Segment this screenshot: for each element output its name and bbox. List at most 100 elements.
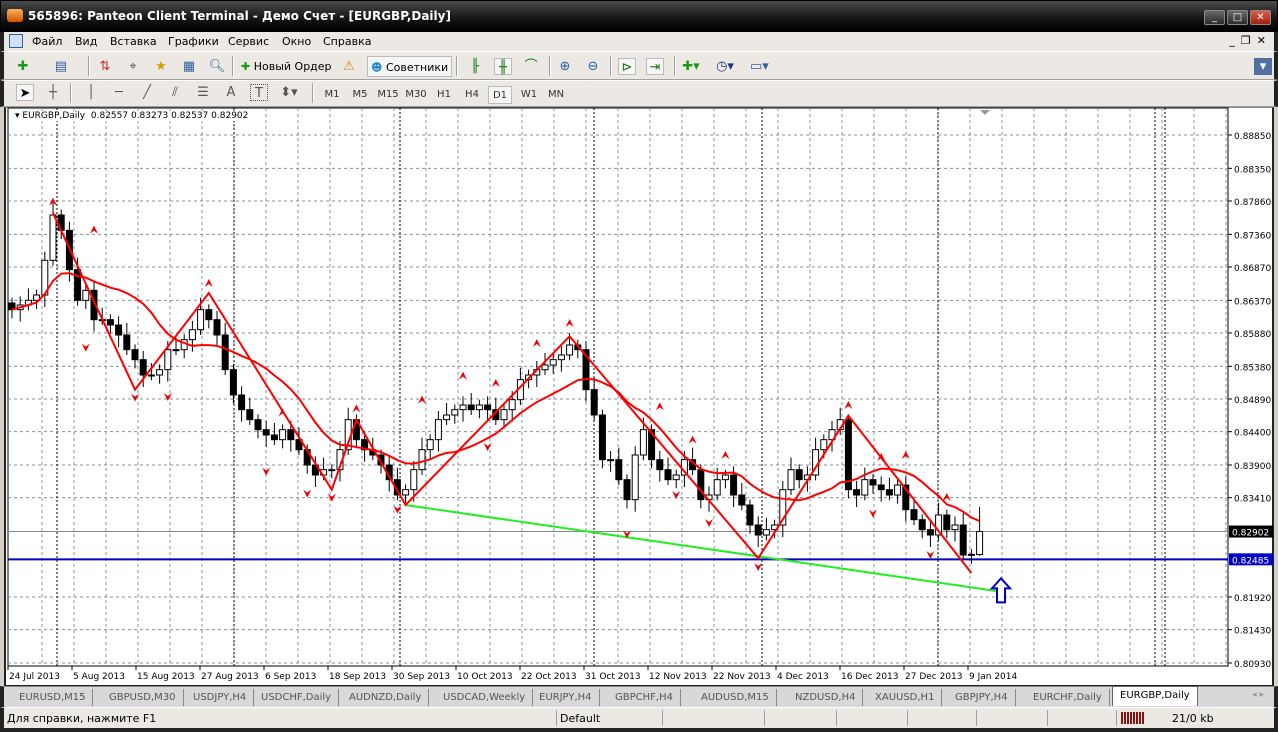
candle-body xyxy=(910,509,918,521)
x-tick-label: 12 Nov 2013 xyxy=(649,672,707,682)
y-tick-label: 0.85880 xyxy=(1234,330,1271,340)
candle-body xyxy=(49,214,57,261)
candle-body xyxy=(951,524,959,531)
chart-window[interactable]: ▾ EURGBP,Daily 0.82557 0.83273 0.82537 0… xyxy=(4,107,1274,687)
chart-close: 0.82902 xyxy=(211,111,249,121)
y-tick-label: 0.83410 xyxy=(1234,495,1271,505)
chart-tab[interactable]: NZDUSD,H4 xyxy=(788,689,864,706)
x-tick-label: 31 Oct 2013 xyxy=(585,672,641,682)
candle-body xyxy=(787,469,795,491)
candle-body xyxy=(976,531,984,556)
x-tick-label: 30 Sep 2013 xyxy=(393,672,450,682)
candle-body xyxy=(410,469,418,491)
candle-body xyxy=(139,359,147,376)
candle-body xyxy=(697,469,705,501)
y-tick-label: 0.86870 xyxy=(1234,264,1271,274)
x-tick-label: 22 Oct 2013 xyxy=(521,672,577,682)
chart-tab[interactable]: EURJPY,H4 xyxy=(532,689,600,706)
candle-body xyxy=(853,489,861,496)
candle-body xyxy=(238,394,246,411)
y-tick-label: 0.84890 xyxy=(1234,396,1271,406)
chart-tabs: EURUSD,M15 GBPUSD,M30 USDJPY,H4 USDCHF,Dail… xyxy=(0,686,1278,707)
x-tick-label: 27 Aug 2013 xyxy=(201,672,259,682)
candle-body xyxy=(639,429,647,456)
candle-body xyxy=(229,369,237,396)
candle-body xyxy=(82,289,90,301)
chart-tab[interactable]: XAUUSD,H1 xyxy=(868,689,943,706)
candle-body xyxy=(623,479,631,501)
x-tick-label: 9 Jan 2014 xyxy=(969,672,1017,682)
candle-body xyxy=(549,359,557,366)
candle-body xyxy=(508,399,516,411)
chart-tab[interactable]: USDCHF,Daily xyxy=(254,689,340,706)
candle-body xyxy=(566,344,574,356)
candle-body xyxy=(328,469,336,472)
candle-body xyxy=(156,369,164,376)
y-tick-label: 0.85380 xyxy=(1234,363,1271,373)
candle-body xyxy=(590,389,598,416)
candle-body xyxy=(74,269,82,301)
chart-low: 0.82537 xyxy=(171,111,209,121)
candle-body xyxy=(418,449,426,471)
candle-body xyxy=(926,529,934,536)
candle-body xyxy=(541,364,549,371)
candle-body xyxy=(844,419,852,491)
candle-body xyxy=(607,459,615,462)
y-tick-label: 0.86370 xyxy=(1234,297,1271,307)
candle-body xyxy=(213,319,221,336)
x-tick-label: 5 Aug 2013 xyxy=(73,672,125,682)
candle-body xyxy=(762,529,770,536)
candle-body xyxy=(885,489,893,496)
candle-body xyxy=(861,479,869,496)
hline-price-label: 0.82485 xyxy=(1232,556,1269,566)
chart-open: 0.82557 xyxy=(90,111,129,121)
candle-body xyxy=(459,404,467,411)
candle-body xyxy=(147,374,155,377)
candle-body xyxy=(918,519,926,531)
x-tick-label: 27 Dec 2013 xyxy=(905,672,963,682)
x-tick-label: 10 Oct 2013 xyxy=(457,672,513,682)
x-tick-label: 24 Jul 2013 xyxy=(9,672,60,682)
y-tick-label: 0.88350 xyxy=(1234,165,1271,175)
y-tick-label: 0.88850 xyxy=(1234,132,1271,142)
candle-body xyxy=(279,429,287,441)
candle-body xyxy=(221,334,229,371)
x-tick-label: 6 Sep 2013 xyxy=(265,672,316,682)
chart-symbol: EURGBP,Daily xyxy=(22,111,86,121)
chart-tab[interactable]: GBPUSD,M30 xyxy=(102,689,184,706)
chart-tab[interactable]: EURUSD,M15 xyxy=(12,689,94,706)
bid-price-label: 0.82902 xyxy=(1232,529,1269,539)
candle-body xyxy=(287,429,295,441)
chart-tab[interactable]: EURGBP,Daily xyxy=(1112,686,1198,706)
chart-tab[interactable]: GBPCHF,H4 xyxy=(608,689,681,706)
chart-tab[interactable]: GBPJPY,H4 xyxy=(948,689,1016,706)
candle-body xyxy=(557,354,565,361)
candle-body xyxy=(615,459,623,481)
x-tick-label: 16 Dec 2013 xyxy=(841,672,899,682)
chart-tab[interactable]: USDCAD,Weekly xyxy=(436,689,534,706)
candle-body xyxy=(730,474,738,496)
chart-tab[interactable]: AUDUSD,M15 xyxy=(694,689,777,706)
x-tick-label: 22 Nov 2013 xyxy=(713,672,771,682)
chart-tab[interactable]: EURCHF,Daily xyxy=(1026,689,1110,706)
chart-tab[interactable]: USDJPY,H4 xyxy=(186,689,255,706)
chart-tab[interactable]: AUDNZD,Daily xyxy=(342,689,430,706)
candle-body xyxy=(164,349,172,371)
candle-body xyxy=(598,414,606,461)
candle-body xyxy=(500,409,508,421)
candle-body xyxy=(205,309,213,321)
candle-body xyxy=(959,524,967,556)
y-tick-label: 0.83900 xyxy=(1234,462,1271,472)
candle-body xyxy=(713,479,721,496)
price-chart[interactable]: 0.88850 0.88350 0.87860 0.87360 0.86870 0.863… xyxy=(0,0,1278,690)
candle-body xyxy=(631,454,639,501)
tab-scroll-arrows[interactable]: ◂ ▸ xyxy=(1252,690,1264,700)
candle-body xyxy=(443,414,451,421)
connection-status-icon xyxy=(1121,712,1145,724)
status-traffic: 21/0 kb xyxy=(1172,712,1214,725)
candle-body xyxy=(451,409,459,416)
y-tick-label: 0.81430 xyxy=(1234,627,1271,637)
candle-body xyxy=(262,429,270,436)
candle-body xyxy=(270,434,278,441)
candle-body xyxy=(820,439,828,451)
